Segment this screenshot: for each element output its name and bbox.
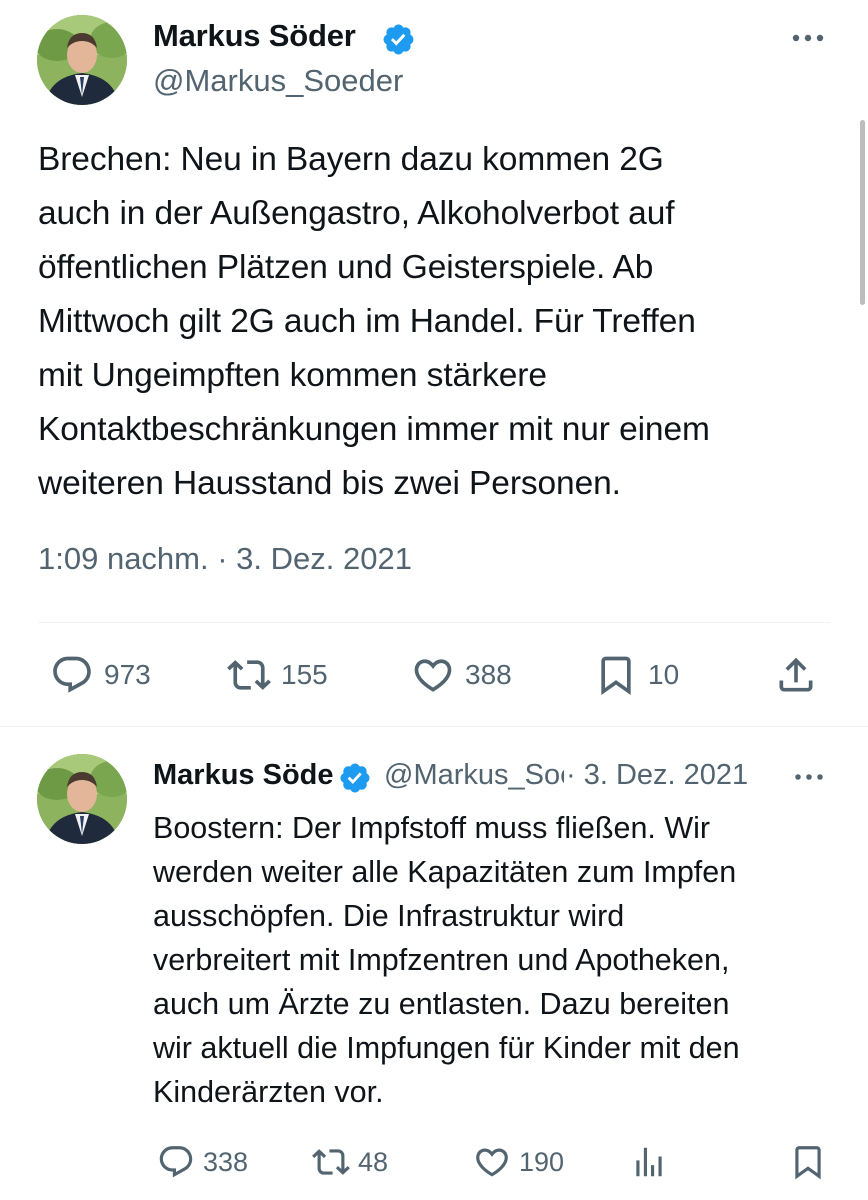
tweet-text-line: öffentlichen Plätzen und Geisterspiele. … [38, 249, 654, 286]
verified-badge-icon [381, 22, 416, 57]
avatar[interactable] [37, 15, 127, 105]
retweet-count: 155 [281, 659, 328, 690]
tweet-timestamp[interactable]: 1:09 nachm. · 3. Dez. 2021 [38, 541, 412, 577]
retweet-button[interactable]: 48 [312, 1140, 388, 1184]
tweet-text-line: mit Ungeimpften kommen stärkere [38, 357, 547, 394]
tweet-date[interactable]: · 3. Dez. 2021 [566, 759, 748, 792]
retweet-icon [312, 1149, 350, 1175]
reply-icon [53, 656, 91, 693]
like-count: 388 [465, 659, 512, 690]
like-button[interactable]: 388 [411, 650, 512, 700]
reply-count: 973 [104, 659, 151, 690]
more-icon[interactable] [788, 26, 828, 50]
tweet-text: Boostern: Der Impfstoff muss fließen. Wi… [153, 806, 853, 1114]
share-button[interactable] [774, 650, 818, 700]
like-count: 190 [519, 1146, 565, 1177]
author-handle[interactable]: @Markus_Soeder [384, 759, 564, 792]
avatar[interactable] [37, 754, 127, 844]
author-handle[interactable]: @Markus_Soeder [153, 63, 403, 99]
bookmark-button[interactable] [789, 1140, 827, 1184]
bookmark-icon [795, 1146, 821, 1180]
retweet-icon [227, 660, 271, 690]
retweet-button[interactable]: 155 [227, 650, 328, 700]
reply-count: 338 [203, 1146, 249, 1177]
heart-icon [414, 659, 452, 692]
tweet-text-line: auch um Ärzte zu entlasten. Dazu bereite… [153, 987, 730, 1021]
tweet-text-line: wir aktuell die Impfungen für Kinder mit… [153, 1031, 740, 1065]
avatar-image [37, 754, 127, 844]
bookmark-button[interactable]: 10 [594, 650, 679, 700]
like-button[interactable]: 190 [473, 1140, 564, 1184]
divider [38, 622, 830, 623]
views-button[interactable] [630, 1140, 668, 1184]
heart-icon [476, 1148, 508, 1177]
divider [0, 726, 868, 727]
tweet-text-line: verbreitert mit Impfzentren und Apotheke… [153, 943, 730, 977]
avatar-image [37, 15, 127, 105]
tweet-text-line: weiteren Hausstand bis zwei Personen. [38, 465, 621, 502]
reply-icon [159, 1146, 193, 1178]
tweet-text: Brechen: Neu in Bayern dazu kommen 2G au… [38, 133, 838, 511]
tweet-text-line: ausschöpfen. Die Infrastruktur wird [153, 899, 625, 933]
main-tweet: Markus Söder @Markus_Soeder Brechen: Neu… [0, 0, 868, 726]
bookmark-count: 10 [648, 659, 680, 690]
share-icon [779, 657, 813, 692]
tweet-text-line: werden weiter alle Kapazitäten zum Impfe… [153, 855, 737, 889]
bookmark-icon [601, 656, 631, 696]
more-icon[interactable] [790, 766, 828, 788]
tweet-text-line: auch in der Außengastro, Alkoholverbot a… [38, 195, 675, 232]
tweet-text-line: Brechen: Neu in Bayern dazu kommen 2G [38, 141, 664, 178]
tweet-text-line: Boostern: Der Impfstoff muss fließen. Wi… [153, 811, 711, 845]
author-name[interactable]: Markus Söder [153, 18, 356, 54]
tweet-text-line: Kinderärzten vor. [153, 1075, 384, 1109]
retweet-count: 48 [358, 1146, 389, 1177]
tweet-text-line: Kontaktbeschränkungen immer mit nur eine… [38, 411, 710, 448]
tweet-text-line: Mittwoch gilt 2G auch im Handel. Für Tre… [38, 303, 696, 340]
reply-button[interactable]: 973 [50, 650, 151, 700]
reply-button[interactable]: 338 [157, 1140, 248, 1184]
author-name[interactable]: Markus Söder [153, 759, 334, 792]
verified-badge-icon [338, 761, 372, 795]
analytics-icon [636, 1147, 662, 1177]
